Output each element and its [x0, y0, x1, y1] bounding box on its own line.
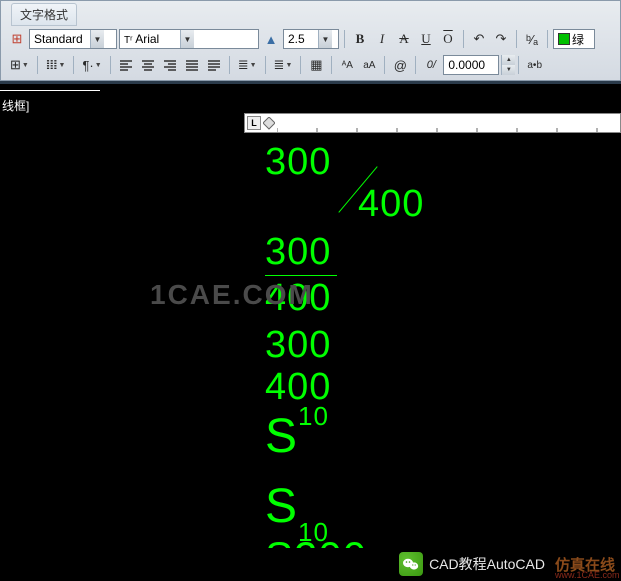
oblique-angle-button[interactable]: 0/	[421, 55, 441, 75]
ruler-button[interactable]: ⊞▼	[7, 55, 32, 75]
chevron-down-icon: ▼	[180, 30, 194, 48]
separator	[37, 56, 38, 74]
chevron-down-icon: ▼	[318, 30, 332, 48]
color-combo[interactable]: 绿	[553, 29, 595, 49]
align-center-button[interactable]	[138, 55, 158, 75]
separator	[518, 56, 519, 74]
separator	[344, 30, 345, 48]
ruler-indent-marker-icon[interactable]	[263, 117, 275, 131]
watermark-text: 1CAE.COM	[150, 279, 314, 311]
spinner-up-icon[interactable]: ▲	[501, 55, 515, 65]
separator	[229, 56, 230, 74]
align-left-button[interactable]	[116, 55, 136, 75]
width-factor-button[interactable]: a•b	[524, 55, 545, 75]
distribute-icon	[207, 59, 221, 71]
cad-text-300-a: 300	[265, 141, 331, 184]
cad-text-s-sup: S10	[265, 409, 329, 464]
font-size-value: 2.5	[284, 32, 318, 46]
paragraph-button[interactable]: ¶·▼	[79, 55, 104, 75]
text-style-combo[interactable]: Standard ▼	[29, 29, 117, 49]
redo-button[interactable]: ↷	[491, 29, 511, 49]
footer-text: CAD教程AutoCAD	[429, 554, 545, 574]
strikethrough-button[interactable]: A	[394, 29, 414, 49]
columns-button[interactable]: 𝍖▼	[43, 55, 69, 75]
cad-text-300-c: 300	[265, 324, 331, 367]
separator	[415, 56, 416, 74]
align-right-button[interactable]	[160, 55, 180, 75]
footer-brand-2: www.1CAE.com	[555, 570, 620, 580]
line-spacing-button[interactable]: ≣▼	[235, 55, 260, 75]
text-format-panel: 文字格式 ⊞ Standard ▼ Tʳ Arial ▼ ▲ 2.5 ▼ B I…	[0, 0, 621, 81]
text-editor-ruler[interactable]: L	[244, 113, 621, 133]
text-style-value: Standard	[30, 32, 90, 46]
cad-text-300-b: 300	[265, 231, 331, 274]
separator	[331, 56, 332, 74]
justify-button[interactable]	[182, 55, 202, 75]
stack-fraction-button[interactable]: ᵇ⁄ₐ	[522, 29, 542, 49]
annotative-icon[interactable]: ▲	[261, 29, 281, 49]
align-right-icon	[163, 59, 177, 71]
panel-title: 文字格式	[11, 3, 77, 26]
align-left-icon	[119, 59, 133, 71]
separator	[265, 56, 266, 74]
change-case-button[interactable]: aA	[359, 55, 379, 75]
tracking-value: 0.0000	[448, 58, 485, 72]
separator	[547, 30, 548, 48]
justify-icon	[185, 59, 199, 71]
align-center-icon	[141, 59, 155, 71]
toolbar-row-2: ⊞▼ 𝍖▼ ¶·▼ ≣▼ ≣▼ ▦ ᴬA aA @ 0/	[3, 52, 618, 78]
symbol-button[interactable]: @	[390, 55, 410, 75]
status-label: 线框]	[2, 97, 29, 114]
color-value: 绿	[554, 31, 588, 48]
app-menu-icon[interactable]: ⊞	[7, 29, 27, 49]
footer-bar: CAD教程AutoCAD 仿真在线 www.1CAE.com	[0, 548, 621, 580]
uppercase-button[interactable]: ᴬA	[337, 55, 357, 75]
italic-button[interactable]: I	[372, 29, 392, 49]
font-size-combo[interactable]: 2.5 ▼	[283, 29, 339, 49]
numbering-button[interactable]: ≣▼	[271, 55, 296, 75]
cad-text-s-sub: S10	[265, 479, 329, 540]
separator	[73, 56, 74, 74]
underline-button[interactable]: U	[416, 29, 436, 49]
separator	[516, 30, 517, 48]
separator	[110, 56, 111, 74]
bold-button[interactable]: B	[350, 29, 370, 49]
color-swatch-icon	[558, 33, 570, 45]
field-button[interactable]: ▦	[306, 55, 326, 75]
cad-text-400-a: 400	[358, 183, 424, 226]
drawing-canvas[interactable]: 线框] L 300 400 300 400 1CAE.COM 300 400 S…	[0, 91, 621, 581]
ruler-ticks	[277, 128, 617, 132]
font-combo[interactable]: Tʳ Arial ▼	[119, 29, 259, 49]
distribute-button[interactable]	[204, 55, 224, 75]
chevron-down-icon: ▼	[90, 30, 104, 48]
overline-button[interactable]: O	[438, 29, 458, 49]
wechat-icon	[399, 552, 423, 576]
fraction-horizontal-line	[265, 275, 337, 276]
separator	[463, 30, 464, 48]
font-value: Tʳ Arial	[120, 32, 180, 46]
undo-button[interactable]: ↶	[469, 29, 489, 49]
tracking-input[interactable]: 0.0000	[443, 55, 499, 75]
tab-stop-indicator[interactable]: L	[247, 116, 261, 130]
toolbar-row-1: ⊞ Standard ▼ Tʳ Arial ▼ ▲ 2.5 ▼ B I A U …	[3, 26, 618, 52]
separator	[300, 56, 301, 74]
separator	[384, 56, 385, 74]
spinner-down-icon[interactable]: ▼	[501, 65, 515, 75]
